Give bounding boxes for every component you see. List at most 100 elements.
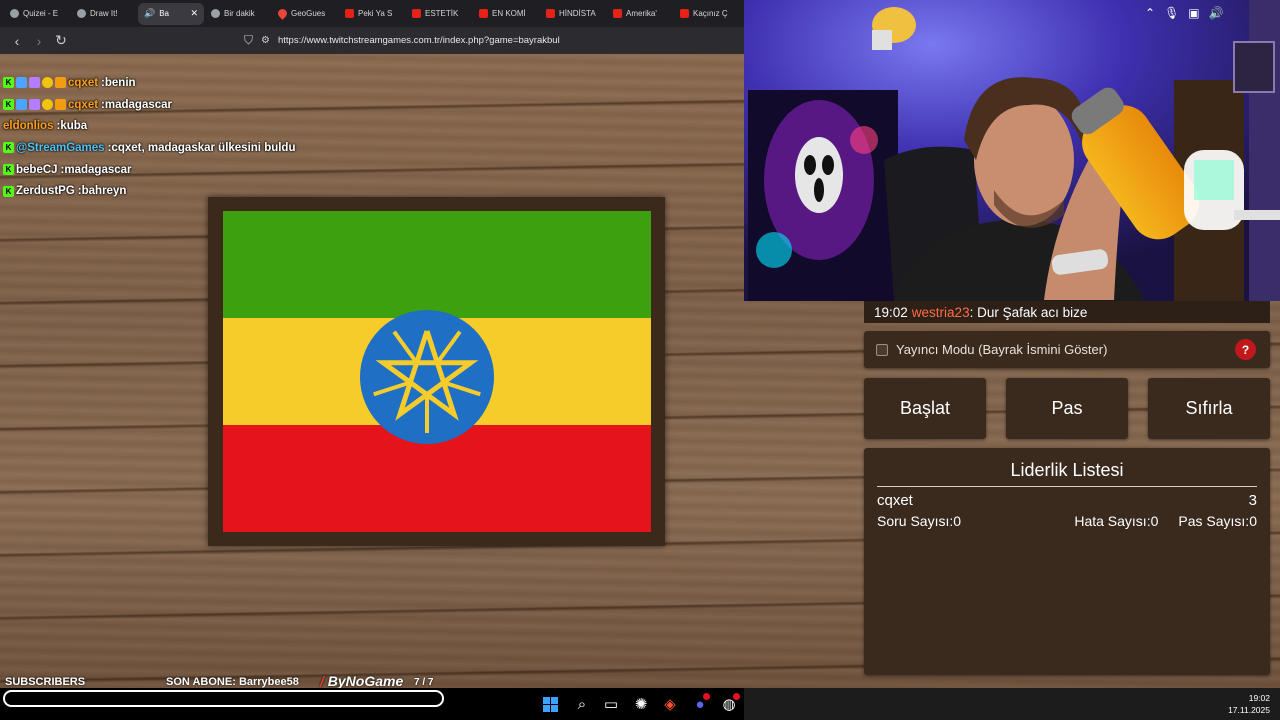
chat-username: cqxet	[68, 98, 99, 111]
kick-badge-icon: K	[3, 99, 14, 111]
chat-message: madagascar	[64, 163, 132, 176]
tab-label: Quizei - E	[23, 9, 59, 18]
kick-badge-icon: K	[3, 142, 14, 154]
subscriber-counter: 7 / 7	[414, 677, 434, 688]
chat-message: benin	[104, 76, 136, 89]
bookmark-icon[interactable]: ⛉	[244, 33, 253, 48]
chat-message: kuba	[60, 120, 88, 133]
youtube-icon	[479, 9, 488, 18]
question-count: Soru Sayısı:0	[877, 513, 961, 529]
reset-button[interactable]: Sıfırla	[1148, 378, 1270, 439]
tab-label: Peki Ya S	[358, 9, 393, 18]
flag-stripe-green	[223, 211, 651, 318]
browser-tab[interactable]: Bir dakik	[205, 3, 271, 25]
tab-label: Draw It!	[90, 9, 118, 18]
question-count-label: Soru Sayısı:	[877, 513, 954, 529]
close-icon[interactable]: ✕	[190, 8, 198, 19]
tab-label: GeoGues	[291, 9, 326, 18]
browser-tab[interactable]: GeoGues	[272, 3, 338, 25]
chat-username: cqxet	[68, 76, 99, 89]
browser-tab[interactable]: Amerika'	[607, 3, 673, 25]
subscribers-label: SUBSCRIBERS	[5, 676, 86, 688]
chat-line: Kcqxet: madagascar	[3, 94, 333, 116]
chat-overlay: Kcqxet: benin Kcqxet: madagascar eldonlios…	[3, 72, 333, 202]
browser-tab[interactable]: HİNDİSTA	[540, 3, 606, 25]
chat-message: bahreyn	[81, 185, 127, 198]
flag-frame	[208, 197, 665, 546]
network-icon[interactable]: ▣	[1188, 6, 1199, 20]
pass-count-value: 0	[1249, 513, 1257, 529]
browser-tab[interactable]: EN KOMİ	[473, 3, 539, 25]
browser-tab-active[interactable]: 🔊 Ba ✕	[138, 2, 204, 25]
windows-start-icon[interactable]	[543, 697, 558, 712]
chat-time: 19:02	[874, 304, 908, 320]
task-view-icon[interactable]: ▭	[601, 694, 621, 714]
browser-tab-strip: Quizei - E Draw It! 🔊 Ba ✕ Bir dakik GeoGu…	[0, 0, 744, 27]
streamer-mode-label[interactable]: Yayıncı Modu (Bayrak İsmini Göster)	[896, 342, 1107, 357]
reload-icon[interactable]: ↻	[50, 30, 72, 52]
subscriber-progress-bar	[3, 690, 444, 707]
leaderboard-panel: Liderlik Listesi cqxet 3 Soru Sayısı:0 H…	[864, 448, 1270, 675]
chat-badge-icon	[16, 77, 27, 89]
youtube-icon	[412, 9, 421, 18]
browser-tab[interactable]: Peki Ya S	[339, 3, 405, 25]
site-settings-icon[interactable]: ⚙	[261, 35, 270, 46]
chat-message-text: : Dur Şafak acı bize	[969, 304, 1088, 320]
kick-badge-icon: K	[3, 77, 14, 89]
volume-icon[interactable]: 🔊	[1209, 6, 1224, 20]
chat-line: eldonlios: kuba	[3, 115, 333, 137]
start-button[interactable]: Başlat	[864, 378, 986, 439]
chat-line: K @StreamGames: cqxet, madagaskar ülkesin…	[3, 137, 333, 159]
forward-icon[interactable]: ›	[28, 30, 50, 52]
kick-badge-icon: K	[3, 185, 14, 197]
streamer-mode-checkbox[interactable]	[876, 343, 888, 356]
microphone-icon[interactable]: 🎙	[1164, 6, 1179, 20]
latest-chat-message: 19:02 westria23 : Dur Şafak acı bize	[864, 301, 1270, 323]
taskbar-clock[interactable]: 19:02 17.11.2025	[1228, 692, 1270, 716]
clock-date: 17.11.2025	[1228, 705, 1270, 715]
help-button[interactable]: ?	[1235, 339, 1256, 360]
leaderboard-player-name: cqxet	[877, 492, 913, 509]
browser-tab[interactable]: Kaçınız Ç	[674, 3, 740, 25]
browser-tab[interactable]: Draw It!	[71, 3, 137, 25]
search-icon[interactable]: ⌕	[572, 694, 592, 714]
error-count-label: Hata Sayısı:	[1074, 513, 1151, 529]
map-pin-icon	[276, 7, 289, 20]
leaderboard-entry: cqxet 3	[877, 492, 1257, 509]
kick-badge-icon: K	[3, 164, 14, 176]
clock-time: 19:02	[1248, 693, 1270, 703]
browser-tab[interactable]: ESTETİK	[406, 3, 472, 25]
chat-line: Kcqxet: benin	[3, 72, 333, 94]
last-subscriber-label: SON ABONE:	[166, 676, 236, 688]
chat-badge-icon	[29, 99, 40, 111]
pass-count: Pas Sayısı:0	[1178, 513, 1257, 529]
chevron-up-icon[interactable]: ⌃	[1145, 6, 1155, 20]
chat-badge-icon	[55, 77, 66, 89]
globe-icon	[77, 9, 86, 18]
chat-badge-icon	[42, 77, 53, 89]
chat-badge-icon	[16, 99, 27, 111]
pass-button[interactable]: Pas	[1006, 378, 1128, 439]
chat-username: westria23	[911, 304, 970, 320]
browser-tab[interactable]: Quizei - E	[4, 3, 70, 25]
tab-label: Amerika'	[626, 9, 657, 18]
question-count-value: 0	[953, 513, 962, 529]
brave-browser-icon[interactable]: ◈	[660, 694, 680, 714]
last-subscriber: SON ABONE: Barrybee58	[166, 676, 299, 688]
url-text[interactable]: https://www.twitchstreamgames.com.tr/ind…	[278, 35, 560, 46]
discord-notification-dot	[703, 693, 710, 700]
address-bar[interactable]: ⛉ ⚙ https://www.twitchstreamgames.com.tr…	[244, 30, 734, 51]
brand-logo: / ByNoGame	[320, 673, 404, 689]
leaderboard-player-score: 3	[1248, 492, 1257, 509]
system-tray: ⌃ 🎙 ▣ 🔊	[1145, 6, 1224, 20]
chat-badge-icon	[29, 77, 40, 89]
chat-message: cqxet, madagaskar ülkesini buldu	[111, 141, 296, 154]
leaderboard-title: Liderlik Listesi	[877, 460, 1257, 487]
last-subscriber-name: Barrybee58	[238, 676, 299, 688]
globe-icon	[211, 9, 220, 18]
chat-message: madagascar	[104, 98, 173, 111]
globe-icon	[10, 9, 19, 18]
chatgpt-icon[interactable]: ✺	[631, 694, 651, 714]
flag-image	[223, 211, 651, 532]
back-icon[interactable]: ‹	[6, 30, 28, 52]
